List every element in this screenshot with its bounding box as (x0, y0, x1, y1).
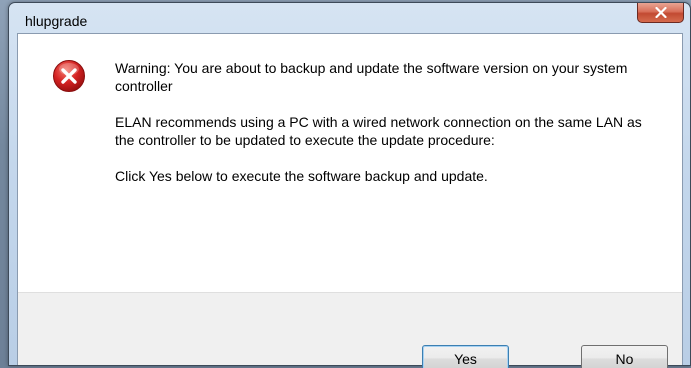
message-area: Warning: You are about to backup and upd… (18, 34, 682, 292)
message-text: Warning: You are about to backup and upd… (115, 59, 655, 203)
button-bar: Yes No (18, 292, 682, 368)
no-button[interactable]: No (581, 345, 668, 368)
warning-text: Warning: You are about to backup and upd… (115, 60, 628, 94)
title-bar[interactable]: hlupgrade (9, 3, 690, 33)
yes-button[interactable]: Yes (422, 345, 509, 368)
dialog-client-area: Warning: You are about to backup and upd… (17, 33, 683, 368)
close-icon (654, 7, 667, 18)
message-dialog: hlupgrade Warning: You are about to back… (8, 2, 691, 368)
window-title: hlupgrade (25, 13, 88, 29)
instruction-text: Click Yes below to execute the software … (115, 168, 488, 184)
error-icon (52, 59, 86, 93)
desktop-background: hlupgrade Warning: You are about to back… (0, 0, 691, 368)
close-button[interactable] (637, 3, 684, 23)
recommendation-text: ELAN recommends using a PC with a wired … (115, 114, 642, 148)
